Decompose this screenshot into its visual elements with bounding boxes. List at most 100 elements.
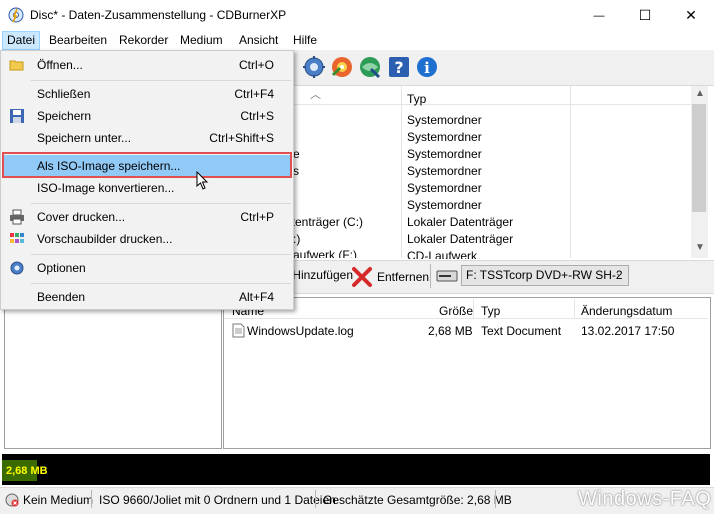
menu-item-close[interactable]: Schließen Ctrl+F4	[2, 83, 292, 105]
status-divider	[91, 490, 92, 508]
list-item-type: CD-Laufwerk	[407, 249, 478, 259]
menu-item-print-thumbnails[interactable]: Vorschaubilder drucken...	[2, 228, 292, 250]
remove-x-icon[interactable]	[351, 266, 373, 288]
scroll-up-icon[interactable]: ▲	[695, 88, 705, 99]
menu-item-exit[interactable]: Beenden Alt+F4	[2, 286, 292, 308]
watermark: Windows-FAQ	[578, 488, 712, 510]
menu-item-options[interactable]: Optionen	[2, 257, 292, 279]
close-button[interactable]: ✕	[668, 0, 714, 31]
menu-item-label: Öffnen...	[37, 58, 83, 72]
menu-item-label: ISO-Image konvertieren...	[37, 181, 175, 195]
status-filesystem: ISO 9660/Joliet mit 0 Ordnern und 1 Date…	[99, 493, 336, 507]
menu-item-convert-iso[interactable]: ISO-Image konvertieren...	[2, 177, 292, 199]
web-update-icon[interactable]	[358, 55, 382, 79]
column-separator	[473, 299, 474, 319]
minimize-icon: —	[593, 9, 605, 22]
callout-highlight	[2, 152, 292, 178]
menu-bearbeiten[interactable]: Bearbeiten	[49, 33, 107, 47]
list-item-type: Systemordner	[407, 147, 482, 161]
file-size: 2,68 MB	[428, 324, 473, 338]
column-separator	[574, 299, 575, 319]
compilation-tree-pane[interactable]	[4, 297, 222, 449]
menu-item-shortcut: Ctrl+F4	[234, 87, 274, 101]
svg-text:?: ?	[394, 58, 403, 77]
settings-gear-icon[interactable]	[302, 55, 326, 79]
table-row[interactable]: WindowsUpdate.log 2,68 MB Text Document …	[224, 322, 708, 340]
scrollbar-thumb[interactable]	[692, 104, 706, 212]
menu-item-label: Cover drucken...	[37, 210, 126, 224]
menu-item-shortcut: Ctrl+S	[240, 109, 274, 123]
header-underline	[224, 318, 708, 319]
minimize-button[interactable]: —	[576, 0, 622, 31]
menu-item-label: Speichern unter...	[37, 131, 132, 145]
thumbnails-icon	[10, 233, 24, 243]
list-item-type: Systemordner	[407, 130, 482, 144]
menu-item-label: Speichern	[37, 109, 92, 123]
menu-item-shortcut: Ctrl+O	[238, 58, 274, 72]
list-item-type: Systemordner	[407, 113, 482, 127]
add-label: Hinzufügen	[293, 268, 353, 282]
list-item: :)	[293, 232, 301, 246]
scroll-down-icon[interactable]: ▼	[695, 242, 705, 253]
list-item: atenträger (C:)	[285, 215, 364, 229]
menu-item-shortcut: Ctrl+P	[240, 210, 274, 224]
maximize-button[interactable]: ☐	[622, 0, 668, 31]
compilation-file-list[interactable]	[223, 297, 711, 449]
floppy-icon	[10, 109, 24, 123]
status-divider	[315, 490, 316, 508]
menu-item-open[interactable]: Öffnen... Ctrl+O	[2, 54, 292, 76]
menu-item-save-as[interactable]: Speichern unter... Ctrl+Shift+S	[2, 127, 292, 149]
maximize-icon: ☐	[638, 7, 652, 23]
remove-button[interactable]: Entfernen	[377, 270, 429, 284]
menu-item-label: Vorschaubilder drucken...	[37, 232, 173, 246]
file-name: WindowsUpdate.log	[247, 324, 354, 338]
column-header-typ[interactable]: Typ	[407, 92, 426, 106]
menu-datei[interactable]: Datei	[2, 31, 41, 50]
menu-item-label: Beenden	[37, 290, 86, 304]
close-icon: ✕	[685, 7, 697, 23]
help-icon[interactable]: ?	[387, 55, 411, 79]
column-separator	[570, 86, 571, 258]
burn-disc-icon[interactable]	[330, 55, 354, 79]
file-menu-dropdown: Öffnen... Ctrl+O Schließen Ctrl+F4 Speic…	[0, 50, 294, 310]
menu-item-save[interactable]: Speichern Ctrl+S	[2, 105, 292, 127]
drive-select-value: F: TSSTcorp DVD+-RW SH-2	[466, 268, 623, 282]
menu-item-shortcut: Alt+F4	[238, 290, 274, 304]
list-item-type: Lokaler Datenträger	[407, 232, 514, 246]
info-icon[interactable]: i	[415, 55, 439, 79]
list-item-type: Lokaler Datenträger	[407, 215, 514, 229]
menu-item-label: Optionen	[37, 261, 86, 275]
status-total-size: Geschätzte Gesamtgröße: 2,68 MB	[323, 493, 512, 507]
disc-capacity-bar	[2, 454, 710, 485]
file-type: Text Document	[481, 324, 562, 338]
column-header-type[interactable]: Typ	[481, 304, 500, 318]
svg-text:i: i	[424, 59, 430, 77]
menu-ansicht[interactable]: Ansicht	[239, 33, 278, 47]
title-bar: Disc* - Daten-Zusammenstellung - CDBurne…	[0, 0, 714, 31]
cdburnerxp-app-icon	[8, 7, 24, 23]
drive-select[interactable]: F: TSSTcorp DVD+-RW SH-2	[461, 265, 629, 286]
chevron-down-icon[interactable]: ⌄	[615, 268, 623, 279]
window-title: Disc* - Daten-Zusammenstellung - CDBurne…	[30, 8, 287, 22]
list-item: e	[293, 147, 300, 161]
list-item: aufwerk (F:)	[293, 248, 358, 258]
no-medium-icon	[5, 493, 19, 507]
gear-icon	[10, 261, 24, 275]
menu-hilfe[interactable]: Hilfe	[293, 33, 317, 47]
menu-item-shortcut: Ctrl+Shift+S	[209, 131, 274, 145]
menu-separator	[31, 80, 291, 81]
menu-rekorder[interactable]: Rekorder	[119, 33, 168, 47]
add-button[interactable]: Hinzufügen	[293, 268, 353, 282]
column-header-date[interactable]: Änderungsdatum	[581, 304, 672, 318]
list-item-type: Systemordner	[407, 164, 482, 178]
list-item-type: Systemordner	[407, 181, 482, 195]
drive-icon	[436, 270, 458, 282]
menu-item-label: Schließen	[37, 87, 91, 101]
menu-item-print-cover[interactable]: Cover drucken... Ctrl+P	[2, 206, 292, 228]
status-divider	[495, 490, 496, 508]
mouse-cursor-icon	[196, 171, 209, 190]
menu-medium[interactable]: Medium	[180, 33, 223, 47]
status-medium: Kein Medium	[23, 493, 94, 507]
list-item-type: Systemordner	[407, 198, 482, 212]
column-header-size[interactable]: Größe	[439, 304, 473, 318]
